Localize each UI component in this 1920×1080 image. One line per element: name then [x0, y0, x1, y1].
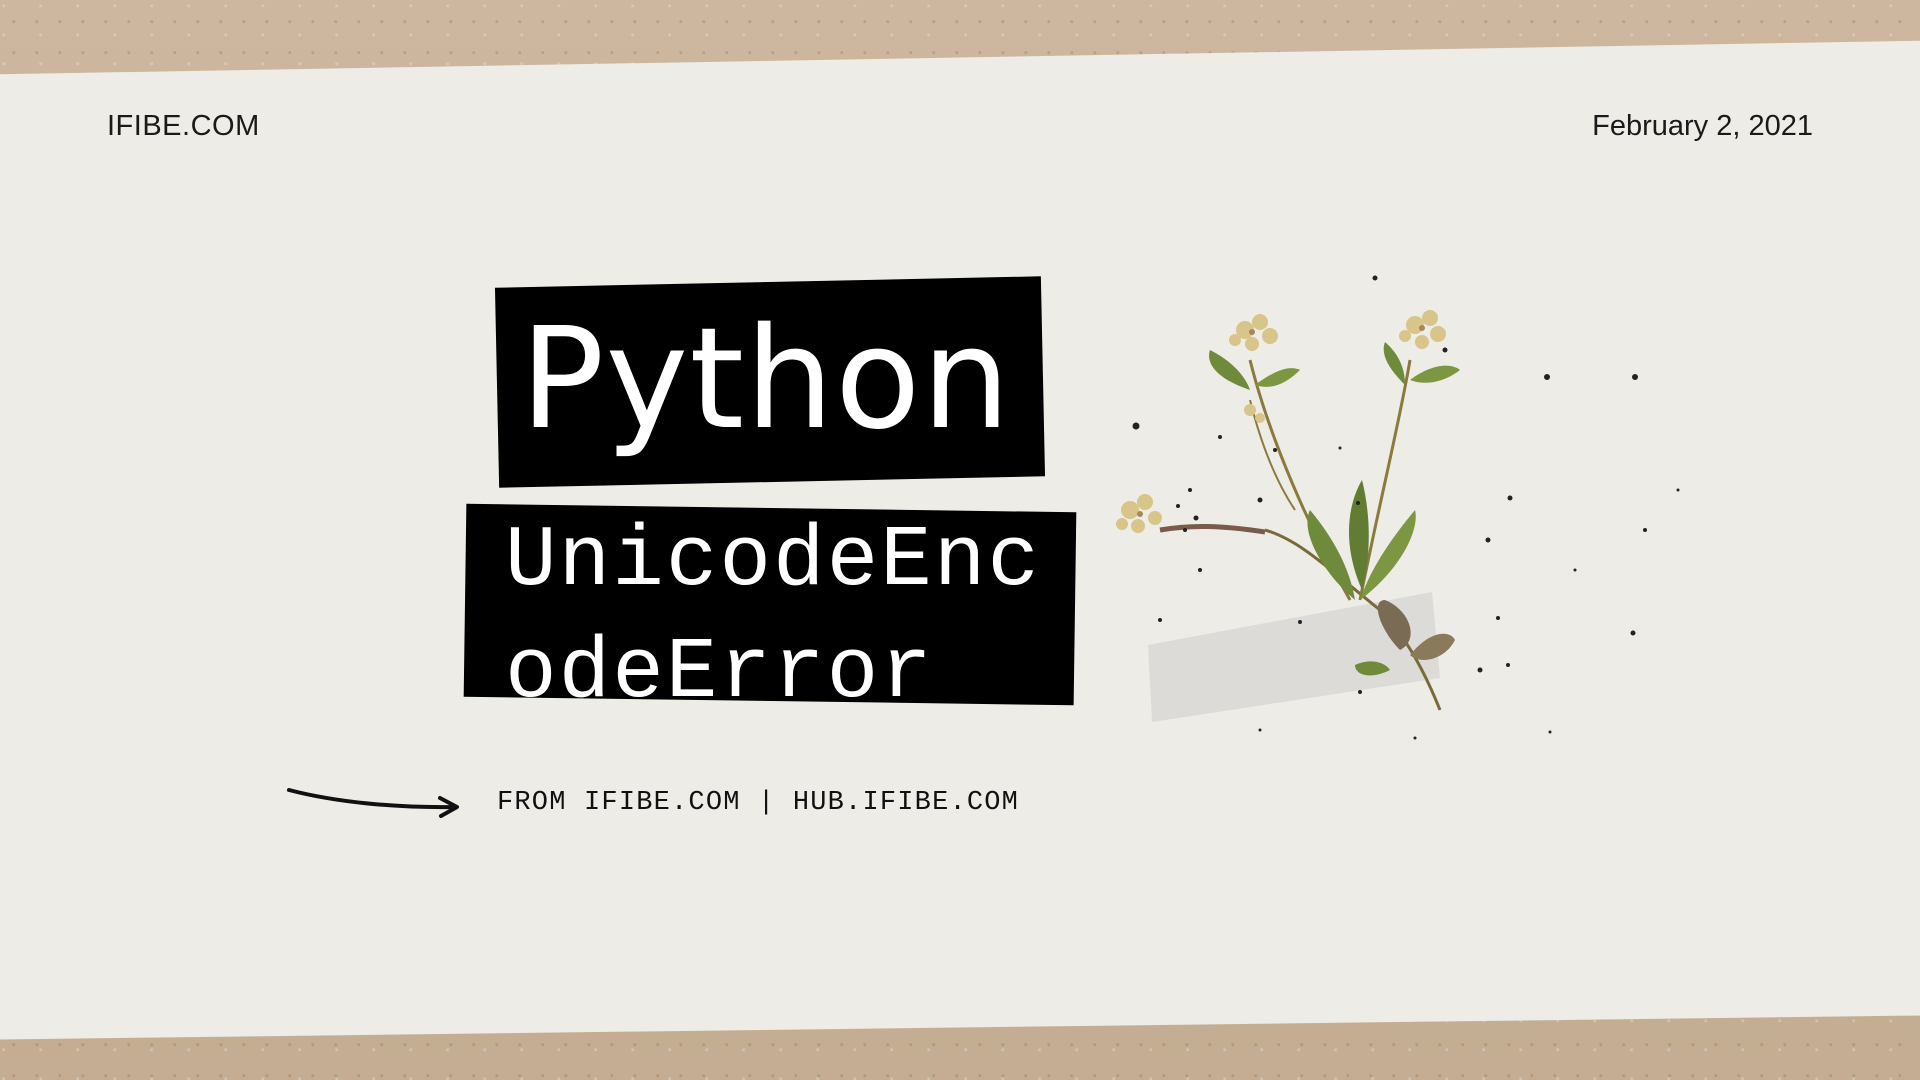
flower-illustration: [1116, 275, 1680, 740]
page-subtitle: UnicodeEncodeError: [505, 512, 1042, 722]
post-date: February 2, 2021: [1592, 110, 1813, 142]
arrow-right-icon: [287, 788, 459, 818]
source-line: FROM IFIBE.COM | HUB.IFIBE.COM: [497, 788, 1020, 818]
page-title: Python: [520, 298, 1012, 461]
site-name: IFIBE.COM: [107, 110, 260, 142]
